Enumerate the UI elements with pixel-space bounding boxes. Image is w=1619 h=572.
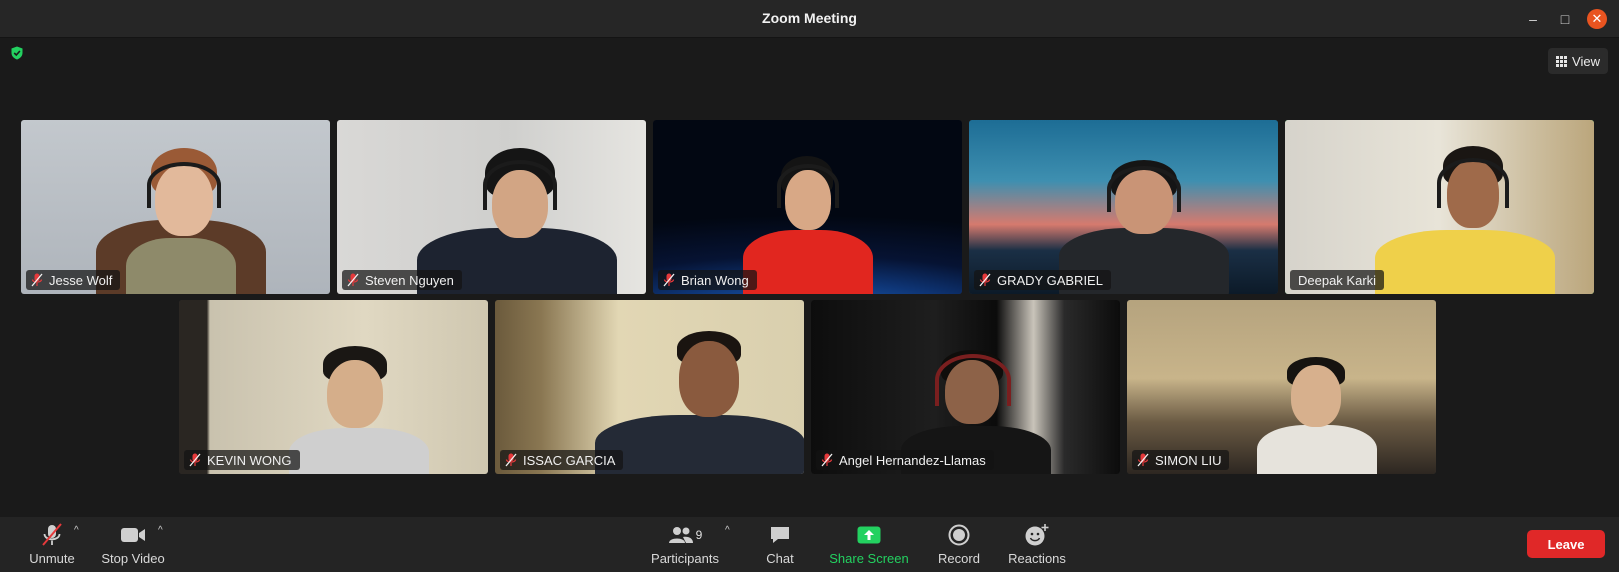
window-title: Zoom Meeting	[762, 10, 857, 26]
participant-name: Steven Nguyen	[365, 272, 454, 288]
close-icon[interactable]: ✕	[1587, 9, 1607, 29]
audio-options-chevron-icon[interactable]: ^	[74, 525, 79, 536]
video-tile[interactable]: Angel Hernandez-Llamas	[811, 300, 1120, 474]
video-tile[interactable]: Brian Wong	[653, 120, 962, 294]
video-options-chevron-icon[interactable]: ^	[158, 525, 163, 536]
name-tag: GRADY GABRIEL	[974, 270, 1111, 290]
participants-label: Participants	[651, 551, 719, 566]
name-tag: Brian Wong	[658, 270, 757, 290]
reactions-button[interactable]: Reactions	[1003, 523, 1071, 569]
participant-count: 9	[695, 528, 703, 542]
meeting-toolbar: Unmute ^ Stop Video ^ 9 Participants ^ C…	[0, 517, 1619, 572]
mic-muted-icon	[347, 273, 359, 287]
reactions-icon	[1025, 524, 1049, 546]
video-tile[interactable]: SIMON LIU	[1127, 300, 1436, 474]
name-tag: ISSAC GARCIA	[500, 450, 624, 470]
minimize-icon[interactable]: –	[1523, 9, 1543, 29]
record-button[interactable]: Record	[932, 523, 986, 569]
video-tile-active-speaker[interactable]: Deepak Karki	[1285, 120, 1594, 294]
chat-icon	[771, 527, 789, 543]
mic-muted-icon	[663, 273, 675, 287]
participant-name: GRADY GABRIEL	[997, 272, 1103, 288]
record-icon	[948, 524, 970, 546]
participant-name: Brian Wong	[681, 272, 749, 288]
chat-button[interactable]: Chat	[755, 523, 805, 569]
video-tile[interactable]: GRADY GABRIEL	[969, 120, 1278, 294]
reactions-label: Reactions	[1008, 551, 1066, 566]
title-bar: Zoom Meeting – □ ✕	[0, 0, 1619, 38]
view-button[interactable]: View	[1548, 48, 1608, 74]
participants-options-chevron-icon[interactable]: ^	[725, 525, 730, 536]
share-screen-label: Share Screen	[829, 551, 909, 566]
name-tag: Jesse Wolf	[26, 270, 121, 290]
participant-name: Angel Hernandez-Llamas	[839, 452, 986, 468]
mic-muted-icon	[31, 273, 43, 287]
video-tile[interactable]: KEVIN WONG	[179, 300, 488, 474]
view-label: View	[1572, 53, 1600, 69]
shield-icon[interactable]	[10, 46, 24, 60]
participant-name: Jesse Wolf	[49, 272, 113, 288]
mic-muted-icon	[1137, 453, 1149, 467]
mic-muted-icon	[979, 273, 991, 287]
name-tag: KEVIN WONG	[184, 450, 300, 470]
mic-muted-icon	[189, 453, 201, 467]
participants-button[interactable]: 9 Participants	[645, 523, 725, 569]
video-tile[interactable]: Steven Nguyen	[337, 120, 646, 294]
participant-name: Deepak Karki	[1298, 272, 1377, 288]
name-tag: Deepak Karki	[1290, 270, 1385, 290]
participants-icon	[668, 527, 693, 543]
unmute-button[interactable]: Unmute	[22, 523, 82, 569]
name-tag: Angel Hernandez-Llamas	[816, 450, 994, 470]
video-camera-icon	[121, 528, 145, 542]
chat-label: Chat	[766, 551, 794, 566]
name-tag: Steven Nguyen	[342, 270, 462, 290]
participant-name: ISSAC GARCIA	[523, 452, 616, 468]
stop-video-label: Stop Video	[101, 551, 165, 566]
name-tag: SIMON LIU	[1132, 450, 1230, 470]
unmute-label: Unmute	[29, 551, 75, 566]
participant-name: KEVIN WONG	[207, 452, 292, 468]
video-tile[interactable]: ISSAC GARCIA	[495, 300, 804, 474]
grid-icon	[1556, 55, 1568, 67]
participant-name: SIMON LIU	[1155, 452, 1222, 468]
mic-muted-icon	[505, 453, 517, 467]
zoom-window: Zoom Meeting – □ ✕ View Jesse Wolf Steve…	[0, 0, 1619, 572]
record-label: Record	[938, 551, 980, 566]
video-tile[interactable]: Jesse Wolf	[21, 120, 330, 294]
maximize-icon[interactable]: □	[1555, 9, 1575, 29]
share-screen-icon	[857, 526, 881, 544]
mic-muted-icon	[821, 453, 833, 467]
share-screen-button[interactable]: Share Screen	[825, 523, 913, 569]
leave-button[interactable]: Leave	[1527, 530, 1605, 558]
mic-muted-icon	[42, 523, 62, 546]
